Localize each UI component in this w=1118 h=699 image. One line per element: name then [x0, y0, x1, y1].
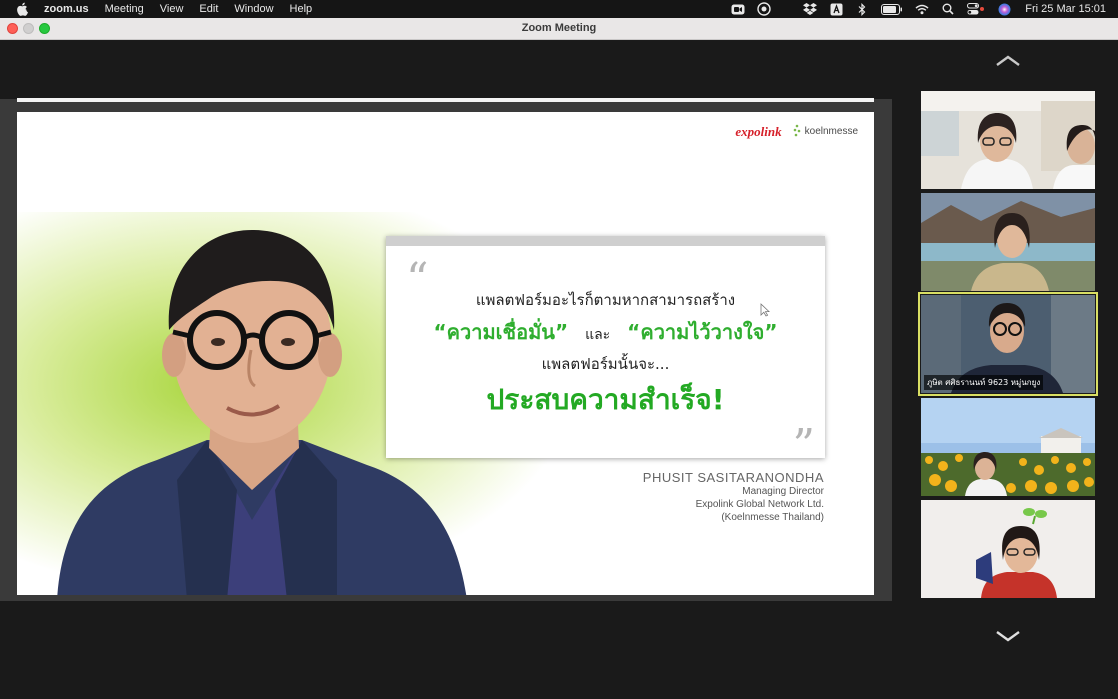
- shared-slide[interactable]: expolink koelnmesse “ แพลตฟอร์มอะไรก็ตาม…: [17, 112, 874, 595]
- slide-top-strip: [17, 98, 874, 102]
- menu-help[interactable]: Help: [290, 3, 313, 15]
- participant-tile-4[interactable]: [921, 398, 1095, 496]
- participant-tile-3-speaking[interactable]: ภูษิต ศศิธรานนท์ 9623 หมู่นกยูง: [918, 292, 1098, 396]
- gallery-scroll-down-icon[interactable]: [995, 630, 1021, 642]
- participant-tile-5[interactable]: [921, 500, 1095, 598]
- menu-edit[interactable]: Edit: [199, 3, 218, 15]
- quote-line-2: “ความเชื่อมั่น” และ “ความไว้วางใจ”: [386, 316, 825, 348]
- meeting-area: expolink koelnmesse “ แพลตฟอร์มอะไรก็ตาม…: [0, 41, 1118, 699]
- participant-video-1: [921, 91, 1095, 189]
- quote-conjunction: และ: [585, 327, 611, 343]
- input-source-icon[interactable]: [829, 3, 843, 15]
- koelnmesse-logo: koelnmesse: [792, 124, 858, 138]
- menu-bar-clock[interactable]: Fri 25 Mar 15:01: [1025, 3, 1106, 15]
- screen-record-icon[interactable]: [757, 2, 771, 16]
- speaker-affiliate: (Koelnmesse Thailand): [721, 512, 824, 523]
- macos-menu-bar: zoom.us Meeting View Edit Window Help Fr…: [0, 0, 1118, 18]
- quote-line-3: แพลตฟอร์มนั้นจะ...: [541, 355, 670, 373]
- koelnmesse-mark-icon: [793, 124, 800, 137]
- speaker-company: Expolink Global Network Ltd.: [695, 499, 824, 510]
- participant-name-label: ภูษิต ศศิธรานนท์ 9623 หมู่นกยูง: [924, 375, 1044, 390]
- participant-video-5: [921, 500, 1095, 598]
- zoom-video-icon[interactable]: [731, 3, 745, 15]
- speaker-title: Managing Director: [742, 486, 824, 497]
- bluetooth-icon[interactable]: [855, 2, 869, 16]
- mouse-cursor-icon: [760, 303, 770, 317]
- dropbox-icon[interactable]: [803, 3, 818, 15]
- quote-card-header: [386, 236, 825, 246]
- quote-line-4: ประสบความสำเร็จ!: [486, 383, 725, 416]
- wifi-icon[interactable]: [915, 3, 929, 15]
- participant-video-4: [921, 398, 1095, 496]
- spotlight-search-icon[interactable]: [941, 3, 955, 15]
- quote-card: “ แพลตฟอร์มอะไรก็ตามหากสามารถสร้าง “ความ…: [386, 236, 825, 468]
- battery-icon[interactable]: [881, 3, 903, 15]
- expolink-logo: expolink: [735, 124, 782, 139]
- participant-tile-1[interactable]: [921, 91, 1095, 189]
- menu-meeting[interactable]: Meeting: [105, 3, 144, 15]
- close-quote-icon: ”: [792, 420, 816, 471]
- gallery-scroll-up-icon[interactable]: [995, 55, 1021, 67]
- window-title: Zoom Meeting: [521, 22, 597, 34]
- speaker-credit: PHUSIT SASITARANONDHA Managing Director …: [643, 470, 824, 524]
- menu-window[interactable]: Window: [234, 3, 273, 15]
- slide-logos: expolink koelnmesse: [735, 124, 858, 140]
- window-title-bar: Zoom Meeting: [0, 18, 1118, 40]
- participant-tile-2[interactable]: [921, 193, 1095, 291]
- apple-logo-icon[interactable]: [14, 1, 30, 17]
- quote-phrase-confidence: “ความเชื่อมั่น”: [433, 320, 569, 344]
- menu-view[interactable]: View: [160, 3, 184, 15]
- control-center-icon[interactable]: [967, 3, 985, 15]
- siri-icon[interactable]: [997, 3, 1011, 15]
- menu-app-name[interactable]: zoom.us: [44, 3, 89, 15]
- quote-phrase-trust: “ความไว้วางใจ”: [627, 320, 778, 344]
- participant-video-2: [921, 193, 1095, 291]
- speaker-name: PHUSIT SASITARANONDHA: [642, 470, 824, 485]
